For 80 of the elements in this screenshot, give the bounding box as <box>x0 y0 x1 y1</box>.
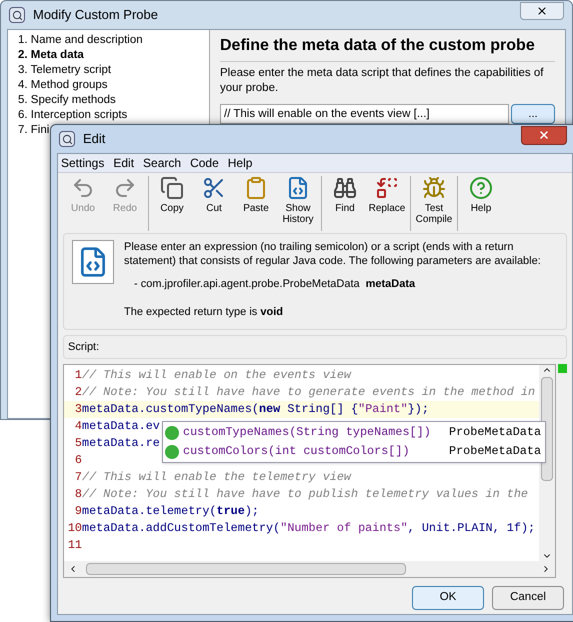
menu-item[interactable]: Code <box>190 154 219 172</box>
code-line: metaData.addCustomTelemetry("Number of paints", Unit.PLAIN, 1f); <box>82 520 536 537</box>
menu-item[interactable]: Edit <box>113 154 134 172</box>
line-number: 6 <box>74 452 82 469</box>
line-number: 8 <box>74 486 82 503</box>
return-type-text: The expected return type is void <box>124 305 284 319</box>
completion-item[interactable]: customTypeNames(String typeNames[]) ProbeMetaData <box>163 423 546 442</box>
code-line: // Note: You still have have to generate events in the method in <box>82 384 536 401</box>
close-icon <box>536 5 548 17</box>
info-text: Please enter an expression (no trailing semicolon) or a script (ends with a return statement) that consists of regular Java code. The following parameters are available: <box>124 240 542 268</box>
line-number: 9 <box>74 502 82 520</box>
help-icon <box>469 176 493 200</box>
dialog-button[interactable]: Cancel <box>492 586 564 610</box>
line-number: 3 <box>74 400 82 418</box>
code-editor[interactable] <box>63 364 556 578</box>
toolbar-button[interactable]: Copy <box>151 176 193 231</box>
step-item[interactable]: 6. Interception scripts <box>18 108 128 123</box>
completion-owner: ProbeMetaData <box>449 442 542 460</box>
code-line: metaData.ev <box>82 418 160 435</box>
java-script-icon <box>72 240 114 284</box>
script-field[interactable]: // This will enable on the events view [...] <box>220 104 509 124</box>
toolbar-button[interactable]: Help <box>460 176 502 231</box>
dialog-title: Edit <box>83 130 106 148</box>
line-number: 1 <box>74 366 82 384</box>
status-indicator <box>558 364 567 373</box>
toolbar-button[interactable]: Show History <box>277 176 319 231</box>
method-icon <box>165 444 179 458</box>
menu-item[interactable]: Help <box>228 154 252 172</box>
toolbar-button[interactable]: Cut <box>193 176 235 231</box>
line-number: 11 <box>66 536 82 554</box>
completion-signature: customTypeNames(String typeNames[]) <box>183 424 432 441</box>
line-number: 2 <box>74 384 82 401</box>
menu-item[interactable]: Settings <box>61 154 104 172</box>
description-text: Please enter the meta data script that defines the capabilities of your probe. <box>220 66 544 96</box>
step-item[interactable]: 7. Fini <box>18 123 50 138</box>
paste-icon <box>244 176 268 200</box>
code-line: // This will enable on the events view <box>82 366 352 384</box>
redo-icon <box>113 176 137 200</box>
close-button[interactable] <box>521 126 567 144</box>
app-icon <box>59 131 75 147</box>
parameter-type: - com.jprofiler.api.agent.probe.ProbeMetaData <box>134 277 360 291</box>
code-line: // This will enable the telemetry view <box>82 468 352 486</box>
copy-icon <box>160 176 184 200</box>
line-number: 4 <box>74 418 82 435</box>
completion-item[interactable]: customColors(int customColors[]) ProbeMetaData <box>163 442 546 461</box>
dialog-button[interactable]: OK <box>412 586 484 610</box>
step-item[interactable]: 2. Meta data <box>18 48 84 63</box>
completion-owner: ProbeMetaData <box>449 424 542 441</box>
menu-item[interactable]: Search <box>143 154 182 172</box>
completion-signature: customColors(int customColors[]) <box>183 442 411 460</box>
toolbar-button[interactable]: Paste <box>235 176 277 231</box>
vertical-scrollbar[interactable] <box>539 365 555 561</box>
step-item[interactable]: 3. Telemetry script <box>18 63 112 78</box>
step-item[interactable]: 5. Specify methods <box>18 93 116 108</box>
toolbar-button[interactable]: Replace <box>366 176 408 231</box>
browse-button[interactable]: ... <box>511 104 555 124</box>
line-number: 5 <box>74 434 82 452</box>
code-line: metaData.re <box>82 434 160 452</box>
page-heading: Define the meta data of the custom probe <box>220 34 555 62</box>
step-item[interactable]: 1. Name and description <box>18 33 143 48</box>
code-line: metaData.customTypeNames(new String[] {"Paint"}); <box>82 400 429 418</box>
close-icon <box>538 129 550 141</box>
window-title: Modify Custom Probe <box>33 6 158 24</box>
line-number: 7 <box>74 468 82 486</box>
parameter-name: metaData <box>366 277 416 291</box>
close-button[interactable] <box>520 2 564 20</box>
toolbar-button[interactable]: Test Compile <box>413 176 455 231</box>
method-icon <box>165 426 179 440</box>
code-line: // Note: You still have have to publish telemetry values in the <box>82 486 528 503</box>
replace-icon <box>375 176 399 200</box>
line-number: 10 <box>66 520 82 537</box>
toolbar-button[interactable]: Find <box>324 176 366 231</box>
code-line: metaData.telemetry(true); <box>82 502 260 520</box>
find-icon <box>333 176 357 200</box>
undo-icon <box>71 176 95 200</box>
step-item[interactable]: 4. Method groups <box>18 78 108 93</box>
horizontal-scrollbar[interactable] <box>64 561 555 577</box>
app-icon <box>9 7 25 23</box>
script-label: Script: <box>68 340 100 355</box>
cut-icon <box>202 176 226 200</box>
